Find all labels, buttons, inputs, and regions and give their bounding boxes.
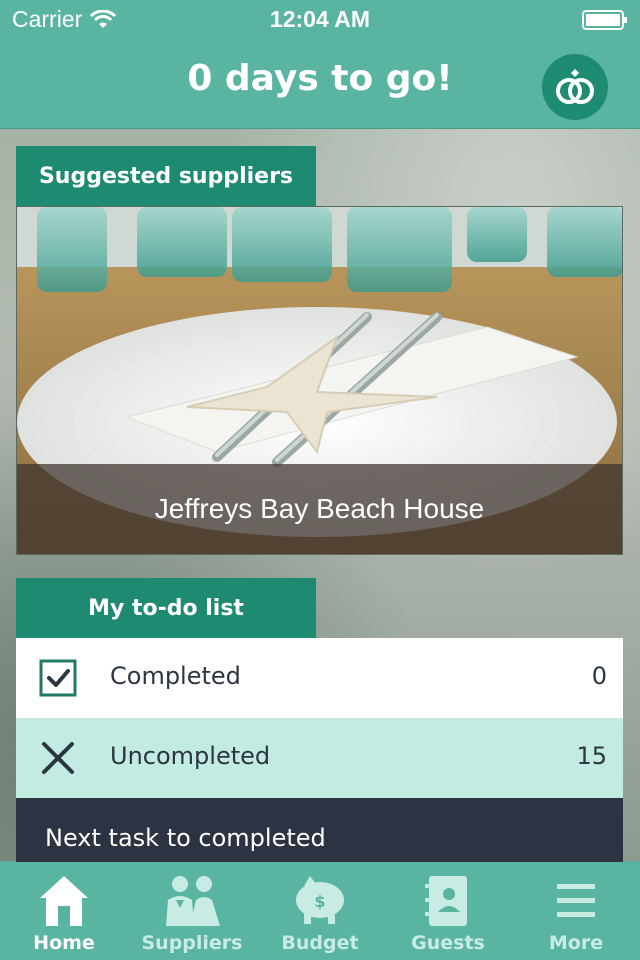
nav-bar: 0 days to go!	[0, 40, 640, 129]
todo-list-label: My to-do list	[88, 595, 244, 621]
suggested-suppliers-tab: Suggested suppliers	[16, 146, 316, 206]
couple-icon	[166, 876, 220, 926]
todo-row-uncompleted[interactable]: Uncompleted 15	[16, 718, 623, 798]
tab-bar: Home Suppliers $ Budget Guests More	[0, 862, 640, 960]
checkbox-checked-icon	[39, 659, 77, 697]
todo-row-count: 15	[576, 742, 607, 770]
todo-row-count: 0	[591, 662, 607, 690]
suggested-suppliers-label: Suggested suppliers	[38, 163, 294, 189]
svg-text:$: $	[314, 892, 325, 911]
wedding-rings-icon	[556, 69, 594, 104]
status-time: 12:04 AM	[269, 6, 371, 32]
menu-icon	[557, 884, 595, 917]
todo-list-tab: My to-do list	[16, 578, 316, 638]
next-task-header: Next task to completed	[16, 798, 623, 862]
tab-label: More	[548, 932, 604, 954]
tab-home[interactable]: Home	[0, 862, 128, 960]
tab-budget[interactable]: $ Budget	[256, 862, 384, 960]
tab-more[interactable]: More	[512, 862, 640, 960]
todo-row-label: Completed	[110, 662, 241, 690]
piggy-bank-icon: $	[296, 876, 344, 924]
tab-guests[interactable]: Guests	[384, 862, 512, 960]
tab-label: Guests	[411, 932, 485, 954]
supplier-name: Jeffreys Bay Beach House	[17, 464, 622, 554]
battery-icon	[582, 10, 627, 30]
todo-row-completed[interactable]: Completed 0	[16, 638, 623, 718]
home-icon	[40, 876, 88, 926]
supplier-card[interactable]: Jeffreys Bay Beach House	[16, 206, 623, 555]
tab-label: Home	[33, 932, 95, 954]
address-book-icon	[425, 876, 467, 926]
cross-icon	[42, 742, 74, 774]
todo-row-label: Uncompleted	[110, 742, 271, 770]
tab-label: Suppliers	[141, 932, 243, 954]
status-bar: Carrier 12:04 AM	[0, 0, 640, 40]
tab-suppliers[interactable]: Suppliers	[128, 862, 256, 960]
next-task-label: Next task to completed	[45, 824, 326, 852]
tab-label: Budget	[281, 932, 359, 954]
rings-button[interactable]	[542, 54, 608, 120]
